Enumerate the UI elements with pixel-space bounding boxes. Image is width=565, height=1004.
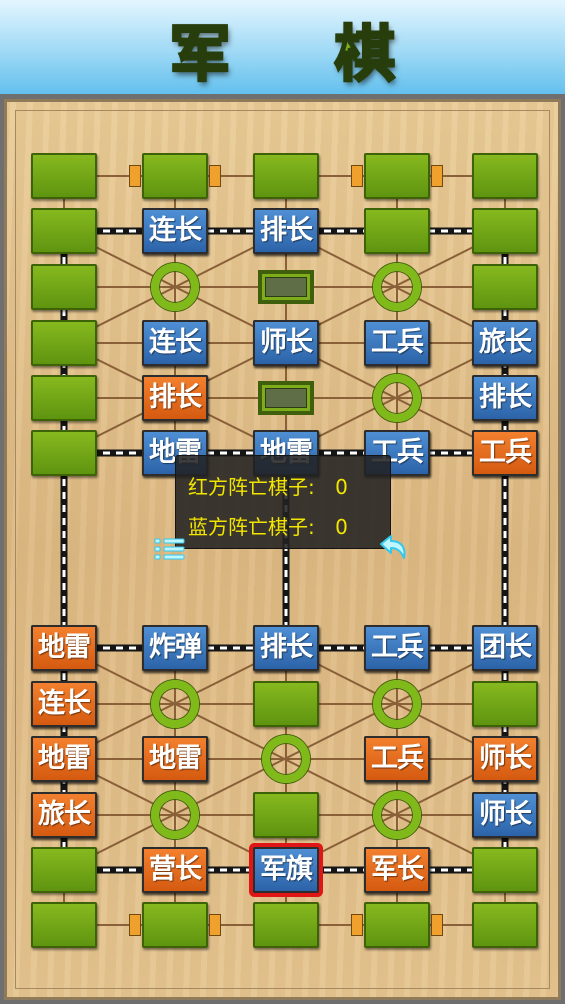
- red-casualties-count: 0: [335, 475, 348, 499]
- camp-circle[interactable]: [151, 791, 199, 839]
- board-post[interactable]: [253, 902, 319, 948]
- undo-arrow-icon[interactable]: [375, 532, 409, 564]
- blue-piece[interactable]: 连长: [142, 320, 208, 366]
- game-board: 连长 排长 连长 师长 工兵 旅长 排长 排长 地雷 地雷 工兵 工兵 地雷 炸弹 排长 工兵 团长 连长 地雷 地雷…: [4, 99, 561, 1000]
- orange-piece[interactable]: 军长: [364, 847, 430, 893]
- blue-piece[interactable]: 师长: [253, 320, 319, 366]
- camp-circle[interactable]: [262, 735, 310, 783]
- camp-circle[interactable]: [151, 680, 199, 728]
- board-post[interactable]: [472, 264, 538, 310]
- headquarters-marker: [351, 165, 363, 187]
- orange-piece[interactable]: 地雷: [142, 736, 208, 782]
- board-post[interactable]: [142, 902, 208, 948]
- blue-piece[interactable]: 工兵: [364, 625, 430, 671]
- blue-piece[interactable]: 师长: [472, 792, 538, 838]
- headquarters-marker: [129, 914, 141, 936]
- board-post[interactable]: [472, 153, 538, 199]
- board-post[interactable]: [31, 264, 97, 310]
- selected-piece[interactable]: 军旗: [253, 847, 319, 893]
- red-casualties-label: 红方阵亡棋子:: [188, 475, 315, 499]
- camp-circle[interactable]: [373, 374, 421, 422]
- board-post[interactable]: [472, 847, 538, 893]
- camp-circle[interactable]: [151, 263, 199, 311]
- blue-piece[interactable]: 排长: [253, 625, 319, 671]
- board-post[interactable]: [31, 375, 97, 421]
- camp-circle[interactable]: [373, 263, 421, 311]
- headquarters-marker: [431, 165, 443, 187]
- board-post[interactable]: [472, 902, 538, 948]
- headquarters-marker: [209, 165, 221, 187]
- title-bar: 军 棋: [0, 0, 565, 94]
- red-casualties-row: 红方阵亡棋子: 0: [188, 471, 348, 500]
- orange-piece[interactable]: 排长: [142, 375, 208, 421]
- center-cell[interactable]: [258, 270, 314, 304]
- board-post[interactable]: [253, 681, 319, 727]
- blue-piece[interactable]: 连长: [142, 208, 208, 254]
- board-post[interactable]: [31, 208, 97, 254]
- info-panel: 红方阵亡棋子: 0 蓝方阵亡棋子: 0: [175, 455, 391, 549]
- center-cell[interactable]: [258, 381, 314, 415]
- orange-piece[interactable]: 旅长: [31, 792, 97, 838]
- blue-piece[interactable]: 排长: [472, 375, 538, 421]
- board-post[interactable]: [364, 208, 430, 254]
- game-title: 军 棋: [169, 19, 437, 92]
- board-post[interactable]: [364, 902, 430, 948]
- blue-casualties-label: 蓝方阵亡棋子:: [188, 515, 315, 539]
- board-post[interactable]: [31, 902, 97, 948]
- headquarters-marker: [129, 165, 141, 187]
- board-post[interactable]: [31, 153, 97, 199]
- blue-piece[interactable]: 排长: [253, 208, 319, 254]
- blue-casualties-count: 0: [335, 515, 348, 539]
- blue-casualties-row: 蓝方阵亡棋子: 0: [188, 511, 348, 540]
- orange-piece[interactable]: 地雷: [31, 736, 97, 782]
- board-post[interactable]: [31, 847, 97, 893]
- blue-piece[interactable]: 炸弹: [142, 625, 208, 671]
- orange-piece[interactable]: 连长: [31, 681, 97, 727]
- blue-piece[interactable]: 团长: [472, 625, 538, 671]
- blue-piece[interactable]: 旅长: [472, 320, 538, 366]
- headquarters-marker: [431, 914, 443, 936]
- board-post[interactable]: [31, 430, 97, 476]
- board-post[interactable]: [472, 681, 538, 727]
- orange-piece[interactable]: 工兵: [472, 430, 538, 476]
- board-post[interactable]: [364, 153, 430, 199]
- blue-piece[interactable]: 工兵: [364, 320, 430, 366]
- camp-circle[interactable]: [373, 680, 421, 728]
- board-post[interactable]: [472, 208, 538, 254]
- orange-piece[interactable]: 师长: [472, 736, 538, 782]
- headquarters-marker: [209, 914, 221, 936]
- headquarters-marker: [351, 914, 363, 936]
- orange-piece[interactable]: 工兵: [364, 736, 430, 782]
- orange-piece[interactable]: 地雷: [31, 625, 97, 671]
- menu-list-icon[interactable]: [152, 534, 188, 564]
- board-post[interactable]: [253, 792, 319, 838]
- board-post[interactable]: [142, 153, 208, 199]
- orange-piece[interactable]: 营长: [142, 847, 208, 893]
- board-post[interactable]: [253, 153, 319, 199]
- board-post[interactable]: [31, 320, 97, 366]
- camp-circle[interactable]: [373, 791, 421, 839]
